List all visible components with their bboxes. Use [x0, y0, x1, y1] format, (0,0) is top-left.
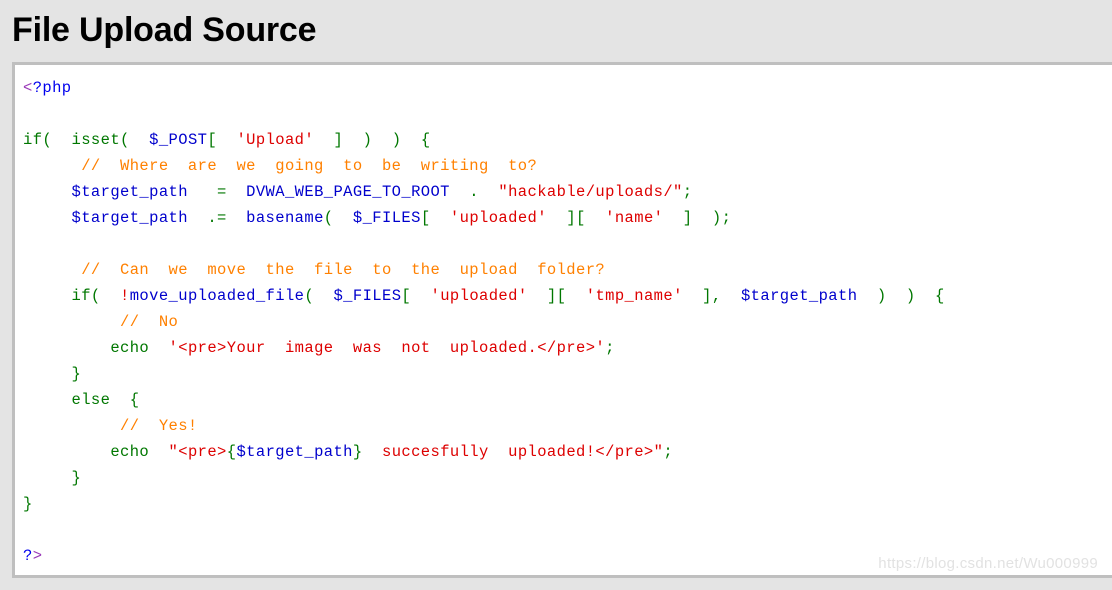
code-line: // Yes!: [120, 417, 198, 435]
code-line: if( !move_uploaded_file( $_FILES[ 'uploa…: [71, 287, 945, 305]
code-line: else {: [71, 391, 140, 409]
code-line: <?php: [23, 79, 72, 97]
code-line: }: [23, 495, 33, 513]
code-line: if( isset( $_POST[ 'Upload' ] ) ) {: [23, 131, 431, 149]
code-line: $target_path = DVWA_WEB_PAGE_TO_ROOT . "…: [71, 183, 693, 201]
source-code-panel: <?php if( isset( $_POST[ 'Upload' ] ) ) …: [12, 62, 1112, 578]
page-title: File Upload Source: [12, 11, 317, 49]
code-line: }: [71, 365, 82, 383]
code-line: }: [71, 469, 82, 487]
code-line: // Where are we going to be writing to?: [81, 157, 538, 175]
code-line: // No: [120, 313, 179, 331]
code-line: echo '<pre>Your image was not uploaded.<…: [110, 339, 615, 357]
code-line: ?>: [23, 547, 43, 565]
code-line: echo "<pre>{$target_path} succesfully up…: [110, 443, 674, 461]
php-source-code[interactable]: <?php if( isset( $_POST[ 'Upload' ] ) ) …: [15, 65, 1112, 569]
code-line: // Can we move the file to the upload fo…: [81, 261, 606, 279]
code-line: $target_path .= basename( $_FILES[ 'uplo…: [71, 209, 732, 227]
